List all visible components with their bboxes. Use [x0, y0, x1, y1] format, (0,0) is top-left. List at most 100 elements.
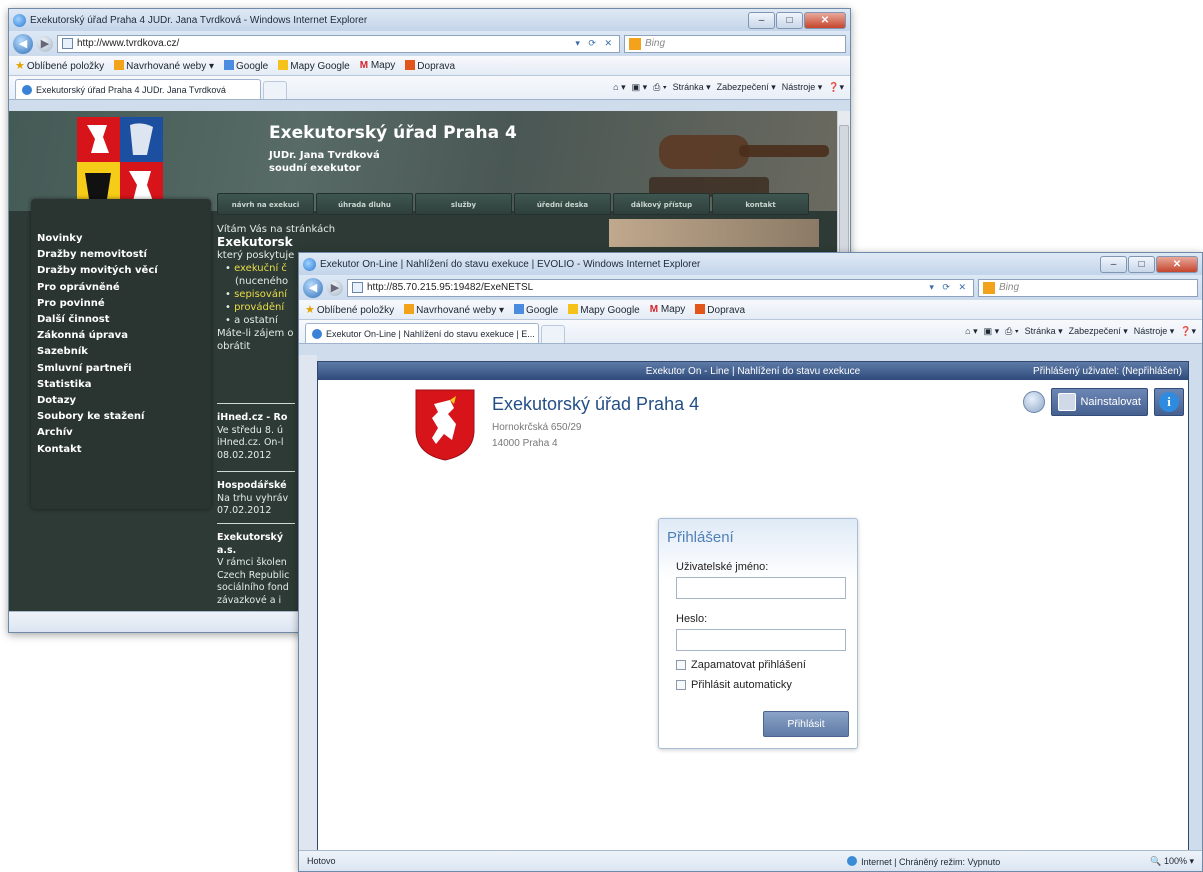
globe-icon[interactable] — [1023, 391, 1046, 413]
leftnav-zakonna-uprava[interactable]: Zákonná úprava — [37, 328, 211, 344]
auto-login-checkbox[interactable]: Přihlásit automaticky — [676, 679, 792, 691]
info-button[interactable]: i — [1154, 388, 1184, 416]
new-tab-button[interactable] — [541, 325, 565, 343]
zoom-level[interactable]: 🔍 100% ▾ — [1150, 856, 1194, 867]
minimize-button[interactable]: – — [748, 11, 775, 29]
favorites-button[interactable]: ★ Oblíbené položky — [15, 59, 104, 72]
news-item[interactable]: iHned.cz - Ro Ve středu 8. ú iHned.cz. O… — [217, 403, 307, 462]
command-bar: ⌂ ▾ ▣ ▾ ⎙ ▾ Stránka ▾ Zabezpečení ▾ Nást… — [965, 326, 1196, 337]
browser-window-exekutor-online: Exekutor On-Line | Nahlížení do stavu ex… — [298, 252, 1203, 872]
refresh-stop-icons[interactable]: ▾ ⟳ ✕ — [575, 38, 615, 49]
checkbox-box[interactable] — [676, 680, 686, 690]
leftnav-statistika[interactable]: Statistika — [37, 377, 211, 393]
header-tools: Nainstalovat i — [1023, 388, 1184, 416]
home-icon[interactable]: ⌂ ▾ — [613, 82, 625, 93]
search-field[interactable]: Bing — [978, 278, 1198, 297]
url-field[interactable]: http://85.70.215.95:19482/ExeNETSL ▾ ⟳ ✕ — [347, 278, 974, 297]
install-button[interactable]: Nainstalovat — [1051, 388, 1148, 416]
nav-sluzby[interactable]: služby — [415, 193, 512, 215]
remember-login-checkbox[interactable]: Zapamatovat přihlášení — [676, 659, 806, 671]
command-bar: ⌂ ▾ ▣ ▾ ⎙ ▾ Stránka ▾ Zabezpečení ▾ Nást… — [613, 82, 844, 93]
username-input[interactable] — [676, 577, 846, 599]
feeds-icon[interactable]: ▣ ▾ — [632, 82, 648, 93]
favorites-button[interactable]: ★ Oblíbené položky — [305, 303, 394, 316]
refresh-stop-icons[interactable]: ▾ ⟳ ✕ — [929, 282, 969, 293]
page-frame — [299, 355, 317, 851]
password-input[interactable] — [676, 629, 846, 651]
tab-exekutor-online[interactable]: Exekutor On-Line | Nahlížení do stavu ex… — [305, 323, 539, 343]
office-address: Hornokrčská 650/29 14000 Praha 4 — [492, 422, 582, 449]
window-titlebar[interactable]: Exekutorský úřad Praha 4 JUDr. Jana Tvrd… — [9, 9, 850, 31]
tools-menu[interactable]: Nástroje ▾ — [1134, 326, 1175, 337]
window-titlebar[interactable]: Exekutor On-Line | Nahlížení do stavu ex… — [299, 253, 1202, 275]
url-field[interactable]: http://www.tvrdkova.cz/ ▾ ⟳ ✕ — [57, 34, 620, 53]
news-item[interactable]: Exekutorský a.s. V rámci školen Czech Re… — [217, 523, 307, 607]
nav-navrh-na-exekuci[interactable]: návrh na exekuci — [217, 193, 314, 215]
leftnav-novinky[interactable]: Novinky — [37, 231, 211, 247]
page-menu[interactable]: Stránka ▾ — [673, 82, 711, 93]
page-menu[interactable]: Stránka ▾ — [1025, 326, 1063, 337]
page-icon — [62, 38, 73, 49]
leftnav-pro-povinne[interactable]: Pro povinné — [37, 296, 211, 312]
nav-dalkovy-pristup[interactable]: dálkový přístup — [613, 193, 710, 215]
ie-icon — [303, 257, 316, 271]
search-field[interactable]: Bing — [624, 34, 846, 53]
fav-doprava[interactable]: Doprava — [405, 59, 455, 72]
leftnav-dotazy[interactable]: Dotazy — [37, 393, 211, 409]
suggested-sites[interactable]: Navrhované weby ▾ — [114, 59, 214, 72]
leftnav-archiv[interactable]: Archív — [37, 425, 211, 441]
back-button[interactable]: ◀ — [13, 33, 33, 54]
mapy-icon: M — [359, 60, 371, 71]
top-navigation: návrh na exekuci úhrada dluhu služby úře… — [217, 193, 809, 215]
new-tab-button[interactable] — [263, 81, 287, 99]
back-button[interactable]: ◀ — [303, 277, 323, 298]
suggested-sites[interactable]: Navrhované weby ▾ — [404, 303, 504, 316]
login-button[interactable]: Přihlásit — [763, 711, 849, 737]
leftnav-dalsi-cinnost[interactable]: Další činnost — [37, 312, 211, 328]
home-icon[interactable]: ⌂ ▾ — [965, 326, 977, 337]
forward-button[interactable]: ▶ — [327, 279, 343, 296]
nav-uhrada-dluhu[interactable]: úhrada dluhu — [316, 193, 413, 215]
close-button[interactable]: ✕ — [804, 11, 846, 29]
nav-kontakt[interactable]: kontakt — [712, 193, 809, 215]
tools-menu[interactable]: Nástroje ▾ — [782, 82, 823, 93]
fav-mapy[interactable]: M Mapy — [360, 60, 396, 71]
leftnav-kontakt[interactable]: Kontakt — [37, 442, 211, 458]
nav-uredni-deska[interactable]: úřední deska — [514, 193, 611, 215]
forward-button[interactable]: ▶ — [37, 35, 53, 52]
leftnav-soubory[interactable]: Soubory ke stažení — [37, 409, 211, 425]
security-menu[interactable]: Zabezpečení ▾ — [1069, 326, 1128, 337]
fav-google-maps[interactable]: Mapy Google — [568, 303, 640, 316]
checkbox-box[interactable] — [676, 660, 686, 670]
print-icon[interactable]: ⎙ ▾ — [653, 82, 666, 93]
security-zone[interactable]: Internet | Chráněný režim: Vypnuto — [847, 855, 1000, 867]
fav-doprava[interactable]: Doprava — [695, 303, 745, 316]
leftnav-sazebnik[interactable]: Sazebník — [37, 344, 211, 360]
page-icon — [352, 282, 363, 293]
minimize-button[interactable]: – — [1100, 255, 1127, 273]
leftnav-drazby-nemovitosti[interactable]: Dražby nemovitostí — [37, 247, 211, 263]
leftnav-pro-opravnene[interactable]: Pro oprávněné — [37, 280, 211, 296]
tab-tvrdkova[interactable]: Exekutorský úřad Praha 4 JUDr. Jana Tvrd… — [15, 79, 261, 99]
news-item[interactable]: Hospodářské Na trhu vyhráv 07.02.2012 — [217, 471, 307, 518]
maximize-button[interactable]: □ — [1128, 255, 1155, 273]
fav-mapy[interactable]: M Mapy — [650, 304, 686, 315]
leftnav-smluvni-partneri[interactable]: Smluvní partneři — [37, 361, 211, 377]
password-label: Heslo: — [676, 613, 708, 625]
print-icon[interactable]: ⎙ ▾ — [1005, 326, 1018, 337]
fav-google-maps[interactable]: Mapy Google — [278, 59, 350, 72]
help-icon[interactable]: ❓▾ — [1180, 326, 1196, 337]
suggested-icon — [114, 59, 125, 70]
security-menu[interactable]: Zabezpečení ▾ — [717, 82, 776, 93]
fav-google[interactable]: Google — [224, 59, 268, 72]
internet-zone-icon — [847, 855, 858, 866]
maximize-button[interactable]: □ — [776, 11, 803, 29]
office-name: Exekutorský úřad Praha 4 — [492, 394, 700, 414]
help-icon[interactable]: ❓▾ — [828, 82, 844, 93]
close-button[interactable]: ✕ — [1156, 255, 1198, 273]
tab-bar: Exekutor On-Line | Nahlížení do stavu ex… — [299, 320, 1202, 344]
app-header-bar: Exekutor On - Line | Nahlížení do stavu … — [318, 362, 1188, 380]
leftnav-drazby-movitych-veci[interactable]: Dražby movitých věcí — [37, 263, 211, 279]
feeds-icon[interactable]: ▣ ▾ — [984, 326, 1000, 337]
fav-google[interactable]: Google — [514, 303, 558, 316]
